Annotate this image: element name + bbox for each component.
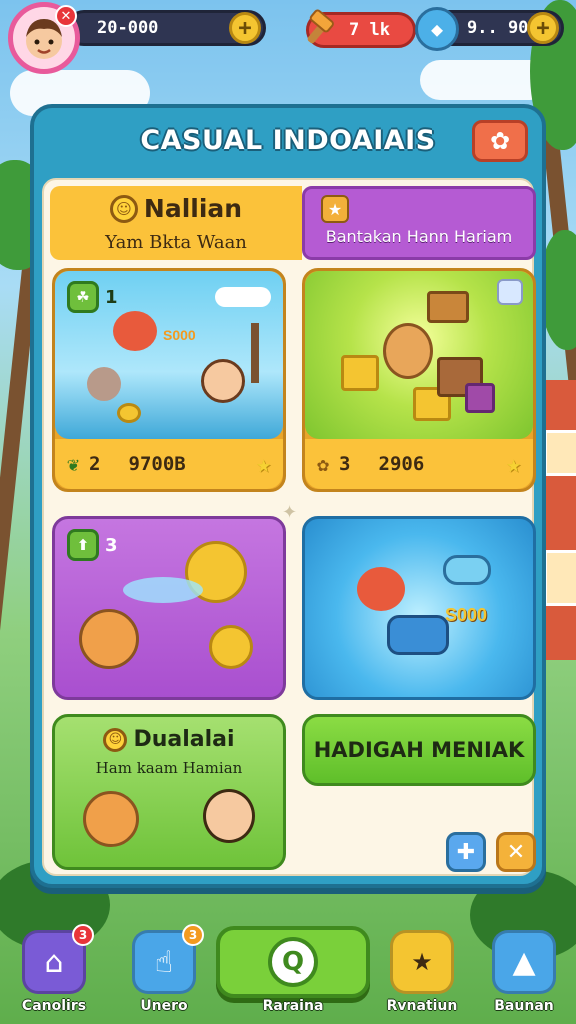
boy-character — [201, 359, 245, 403]
reward-card-3[interactable]: ⬆ 3 — [52, 516, 286, 700]
panel-body: ☺ Nallian Yam Bkta Waan ★ Bantakan Hann … — [42, 178, 536, 876]
card-badge-number: 1 — [105, 286, 118, 308]
reward-card-2[interactable]: ✿ 3 2906 ★ — [302, 268, 536, 492]
notification-badge: ✕ — [55, 5, 77, 27]
shark-icon: ▲ — [512, 944, 536, 980]
main-panel: CASUAL INDOAIAIS ✿ ☺ Nallian Yam Bkta Wa… — [30, 104, 546, 888]
nav-item-rvnatiun[interactable]: ★ Rvnatiun — [382, 926, 462, 1022]
treasure-chest — [427, 291, 469, 323]
close-button[interactable]: ✕ — [496, 832, 536, 872]
arrow-up-icon: ⬆ — [67, 529, 99, 561]
card-label: HADIGAH MENIAK — [313, 738, 525, 762]
girl-character — [79, 609, 139, 669]
plus-star-icon: ✚ — [456, 839, 476, 865]
panel-title: CASUAL INDOAIAIS — [140, 124, 436, 156]
nav-button: ★ — [390, 930, 454, 994]
leaf-icon: ☘ — [67, 281, 99, 313]
card-footer: ❦ 2 9700B ★ — [55, 439, 283, 489]
nav-item-canolirs[interactable]: ⌂ 3 Canolirs — [14, 924, 94, 1022]
nav-badge: 3 — [182, 924, 204, 946]
palm-tree — [251, 323, 259, 383]
blue-fish-creature — [443, 555, 491, 585]
card-footer-value: 9700B — [128, 453, 186, 475]
swoosh — [123, 577, 203, 603]
coin-counter: 20-000 + — [66, 10, 266, 46]
card-art-label: S000 — [163, 327, 196, 343]
banner-right-subtitle: Bantakan Hann Hariam — [325, 227, 513, 246]
add-button[interactable]: ✚ — [446, 832, 486, 872]
card-footer-number: 2 — [89, 453, 101, 475]
card-badge-number: 3 — [105, 534, 118, 556]
blue-cannon — [387, 615, 449, 655]
nav-item-raraina[interactable]: Q — [216, 926, 370, 998]
card-subtitle: Ham kaam Hamian — [95, 759, 243, 777]
settings-button[interactable]: ✿ — [472, 120, 528, 162]
banner-left[interactable]: ☺ Nallian Yam Bkta Waan — [50, 186, 302, 260]
card-art-label: S000 — [445, 605, 488, 625]
nav-item-baunan[interactable]: ▲ Baunan — [484, 926, 564, 1022]
card-title: Dualalai — [133, 727, 235, 752]
smile-icon: ☺ — [109, 194, 138, 223]
nav-button: ▲ — [492, 930, 556, 994]
gift-box — [465, 383, 495, 413]
energy-counter: 7 lk — [306, 9, 416, 48]
hammer-icon — [297, 7, 341, 51]
girl-character — [203, 789, 255, 843]
calendar-star-icon: ★ — [411, 948, 433, 976]
coin-amount: 20-000 — [97, 18, 159, 38]
card-footer: ✿ 3 2906 ★ — [305, 439, 533, 489]
girl-character — [83, 791, 139, 847]
coin-stack — [117, 403, 141, 423]
banner-left-title: Nallian — [143, 194, 243, 223]
gem-amount: 9.. 90 — [467, 18, 529, 38]
cloud — [215, 287, 271, 307]
banner-right[interactable]: ★ Bantakan Hann Hariam — [302, 186, 536, 260]
nav-label: Rvnatiun — [386, 998, 458, 1014]
smile-icon: ☺ — [103, 727, 128, 752]
search-icon: Q — [268, 937, 318, 987]
nav-label: Canolirs — [21, 998, 87, 1014]
add-coins-button[interactable]: + — [229, 12, 261, 44]
nav-badge: 3 — [72, 924, 94, 946]
gold-bars — [341, 355, 379, 391]
reward-card-4[interactable]: S000 — [302, 516, 536, 700]
nav-item-unero[interactable]: ☝ 3 Unero — [124, 924, 204, 1022]
card-art — [305, 271, 533, 439]
flower-icon: ✿ — [489, 127, 511, 155]
reward-card-1[interactable]: ☘ 1 S000 ❦ 2 9700B ★ — [52, 268, 286, 492]
red-creature — [357, 567, 405, 611]
gem-counter: ◆ 9.. 90 + — [415, 7, 564, 51]
sparkle-icon: ✦ — [282, 502, 298, 523]
hand-icon: ☝ — [154, 944, 174, 980]
nav-label: Baunan — [494, 998, 554, 1014]
nav-label: Unero — [140, 998, 188, 1014]
red-creature — [113, 311, 157, 351]
star-box-icon: ★ — [321, 195, 349, 223]
energy-amount: 7 lk — [349, 20, 390, 40]
banner-left-subtitle: Yam Bkta Waan — [105, 232, 247, 253]
leaf-icon: ❦ — [67, 452, 80, 476]
player-avatar[interactable]: ✕ — [8, 2, 80, 74]
nav-label: Raraina — [262, 998, 324, 1014]
cat-character — [87, 367, 121, 401]
bear-character — [383, 323, 433, 379]
diamond-icon — [497, 279, 523, 305]
paw-icon: ✿ — [317, 452, 330, 476]
home-icon: ⌂ — [44, 944, 64, 980]
add-gems-button[interactable]: + — [527, 12, 559, 44]
card-footer-value: 2906 — [378, 453, 425, 475]
star-icon: ★ — [256, 450, 271, 478]
card-art: ☘ 1 S000 — [55, 271, 283, 439]
star-icon: ★ — [506, 450, 521, 478]
gem-creature-icon: ◆ — [415, 7, 459, 51]
close-icon: ✕ — [506, 839, 526, 865]
card-footer-number: 3 — [339, 453, 351, 475]
dualalai-card[interactable]: ☺ Dualalai Ham kaam Hamian — [52, 714, 286, 870]
hadigah-meniak-card[interactable]: HADIGAH MENIAK — [302, 714, 536, 786]
yellow-character — [209, 625, 253, 669]
